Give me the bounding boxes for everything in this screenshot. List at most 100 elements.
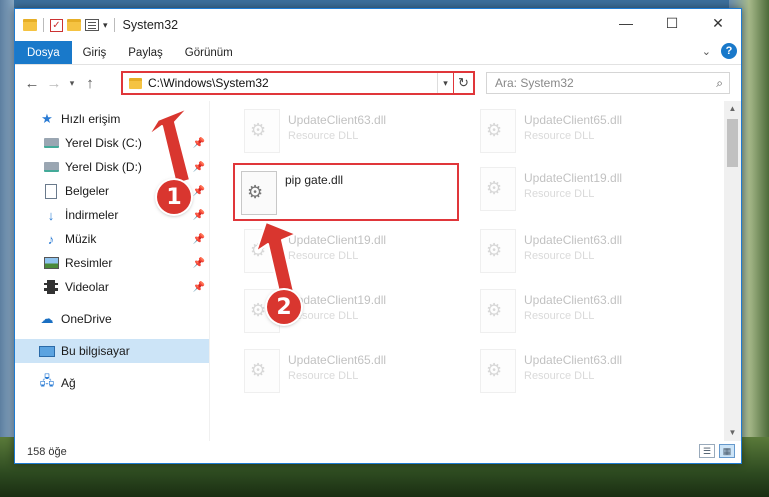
folder-icon[interactable] bbox=[23, 19, 37, 31]
sidebar-item-label: İndirmeler bbox=[65, 208, 119, 222]
sidebar-item-label: Videolar bbox=[65, 280, 109, 294]
file-item[interactable]: UpdateClient63.dll Resource DLL bbox=[474, 345, 700, 399]
file-name: UpdateClient63.dll bbox=[288, 113, 387, 127]
file-name: UpdateClient19.dll bbox=[288, 233, 387, 247]
properties-check-icon[interactable]: ✓ bbox=[50, 18, 63, 32]
navigation-pane: ★ Hızlı erişim Yerel Disk (C:) 📌 Yerel D… bbox=[15, 101, 209, 441]
properties-icon[interactable] bbox=[85, 19, 99, 31]
toolbar-separator bbox=[113, 18, 115, 32]
close-button[interactable]: ✕ bbox=[695, 9, 741, 37]
address-path[interactable]: C:\Windows\System32 bbox=[148, 76, 437, 90]
file-item[interactable]: UpdateClient63.dll Resource DLL bbox=[474, 225, 700, 279]
sidebar-item-label: Bu bilgisayar bbox=[61, 344, 130, 358]
file-item[interactable]: UpdateClient65.dll Resource DLL bbox=[238, 345, 464, 399]
pin-icon[interactable]: 📌 bbox=[193, 162, 205, 173]
new-folder-icon[interactable] bbox=[67, 19, 81, 31]
dll-file-icon bbox=[241, 171, 277, 215]
forward-arrow-icon[interactable]: → bbox=[43, 75, 65, 92]
sidebar-item-label: Ağ bbox=[61, 376, 76, 390]
drive-icon bbox=[43, 159, 59, 175]
sidebar-item-music[interactable]: ♪ Müzik 📌 bbox=[15, 227, 209, 251]
scroll-down-icon[interactable]: ▼ bbox=[724, 425, 741, 441]
view-toggle: ☰ ▦ bbox=[699, 444, 735, 458]
music-icon: ♪ bbox=[47, 231, 55, 247]
file-name: UpdateClient65.dll bbox=[524, 113, 623, 127]
search-icon[interactable]: ⌕ bbox=[716, 76, 723, 91]
customize-toolbar-dropdown-icon[interactable]: ▾ bbox=[103, 20, 108, 31]
video-icon bbox=[43, 279, 59, 295]
cloud-icon: ☁ bbox=[40, 311, 54, 326]
dll-file-icon bbox=[244, 229, 280, 273]
file-list: UpdateClient63.dll Resource DLL UpdateCl… bbox=[209, 101, 741, 441]
details-view-icon[interactable]: ☰ bbox=[699, 444, 715, 458]
sidebar-item-label: Müzik bbox=[65, 232, 97, 246]
file-item[interactable]: UpdateClient19.dll Resource DLL bbox=[474, 163, 700, 217]
file-description: Resource DLL bbox=[524, 188, 595, 200]
sidebar-item-videos[interactable]: Videolar 📌 bbox=[15, 275, 209, 299]
pin-icon[interactable]: 📌 bbox=[193, 210, 205, 221]
file-item[interactable]: UpdateClient19.dll Resource DLL bbox=[238, 225, 464, 279]
address-history-dropdown-icon[interactable]: ▾ bbox=[437, 73, 453, 93]
pin-icon[interactable]: 📌 bbox=[193, 258, 205, 269]
file-item[interactable]: UpdateClient63.dll Resource DLL bbox=[238, 105, 464, 159]
file-name: UpdateClient19.dll bbox=[288, 293, 387, 307]
scroll-up-icon[interactable]: ▲ bbox=[724, 101, 741, 117]
file-name: pip gate.dll bbox=[285, 173, 344, 187]
maximize-button[interactable]: ☐ bbox=[649, 9, 695, 37]
vertical-scrollbar[interactable]: ▲ ▼ bbox=[724, 101, 741, 441]
sidebar-item-local-disk-c[interactable]: Yerel Disk (C:) 📌 bbox=[15, 131, 209, 155]
sidebar-item-quick-access[interactable]: ★ Hızlı erişim bbox=[15, 107, 209, 131]
address-bar[interactable]: C:\Windows\System32 ▾ ↻ bbox=[121, 71, 475, 95]
pin-icon[interactable]: 📌 bbox=[193, 138, 205, 149]
file-description: Resource DLL bbox=[524, 370, 595, 382]
computer-icon bbox=[39, 343, 55, 359]
file-name: UpdateClient63.dll bbox=[524, 353, 623, 367]
up-arrow-icon[interactable]: ↑ bbox=[79, 75, 101, 92]
pin-icon[interactable]: 📌 bbox=[193, 282, 205, 293]
file-description: Resource DLL bbox=[288, 310, 359, 322]
picture-icon bbox=[43, 255, 59, 271]
minimize-button[interactable]: — bbox=[603, 9, 649, 37]
search-box[interactable]: Ara: System32 ⌕ bbox=[486, 72, 730, 94]
file-description: Resource DLL bbox=[288, 370, 359, 382]
file-explorer-window: ✓ ▾ System32 — ☐ ✕ Dosya Giriş Paylaş Gö… bbox=[14, 8, 742, 464]
item-count: 158 öğe bbox=[27, 446, 67, 458]
quick-access-toolbar: ✓ ▾ bbox=[15, 18, 117, 32]
back-arrow-icon[interactable]: ← bbox=[21, 75, 43, 92]
sidebar-item-label: Resimler bbox=[65, 256, 113, 270]
drive-icon bbox=[43, 135, 59, 151]
window-controls: — ☐ ✕ bbox=[603, 9, 741, 37]
tab-share[interactable]: Paylaş bbox=[117, 41, 174, 64]
sidebar-item-label: Hızlı erişim bbox=[61, 112, 121, 126]
scrollbar-thumb[interactable] bbox=[727, 119, 738, 167]
sidebar-item-local-disk-d[interactable]: Yerel Disk (D:) 📌 bbox=[15, 155, 209, 179]
sidebar-item-this-pc[interactable]: Bu bilgisayar bbox=[15, 339, 209, 363]
status-bar: 158 öğe ☰ ▦ bbox=[15, 441, 741, 463]
recent-locations-dropdown-icon[interactable]: ▾ bbox=[65, 78, 79, 89]
tiles-view-icon[interactable]: ▦ bbox=[719, 444, 735, 458]
tab-home[interactable]: Giriş bbox=[72, 41, 118, 64]
sidebar-item-onedrive[interactable]: ☁ OneDrive bbox=[15, 307, 209, 331]
desktop-background-left bbox=[0, 0, 14, 497]
window-title: System32 bbox=[122, 18, 179, 32]
sidebar-item-label: Yerel Disk (C:) bbox=[65, 136, 142, 150]
file-name: UpdateClient19.dll bbox=[524, 171, 623, 185]
search-placeholder: Ara: System32 bbox=[495, 76, 574, 90]
tab-view[interactable]: Görünüm bbox=[174, 41, 244, 64]
dll-file-icon bbox=[244, 349, 280, 393]
help-icon[interactable]: ? bbox=[721, 43, 737, 59]
expand-ribbon-chevron-icon[interactable]: ⌄ bbox=[702, 45, 711, 58]
refresh-icon[interactable]: ↻ bbox=[453, 73, 473, 93]
ribbon-tabs: Dosya Giriş Paylaş Görünüm ⌄ ? bbox=[15, 41, 741, 65]
highlighted-file-item[interactable]: pip gate.dll bbox=[233, 163, 459, 221]
file-item[interactable]: UpdateClient63.dll Resource DLL bbox=[474, 285, 700, 339]
sidebar-item-pictures[interactable]: Resimler 📌 bbox=[15, 251, 209, 275]
pin-icon[interactable]: 📌 bbox=[193, 186, 205, 197]
content-area: ★ Hızlı erişim Yerel Disk (C:) 📌 Yerel D… bbox=[15, 101, 741, 441]
pin-icon[interactable]: 📌 bbox=[193, 234, 205, 245]
dll-file-icon bbox=[244, 109, 280, 153]
sidebar-item-network[interactable]: 🖧 Ağ bbox=[15, 371, 209, 395]
file-description: Resource DLL bbox=[524, 310, 595, 322]
tab-file[interactable]: Dosya bbox=[15, 41, 72, 64]
file-item[interactable]: UpdateClient65.dll Resource DLL bbox=[474, 105, 700, 159]
